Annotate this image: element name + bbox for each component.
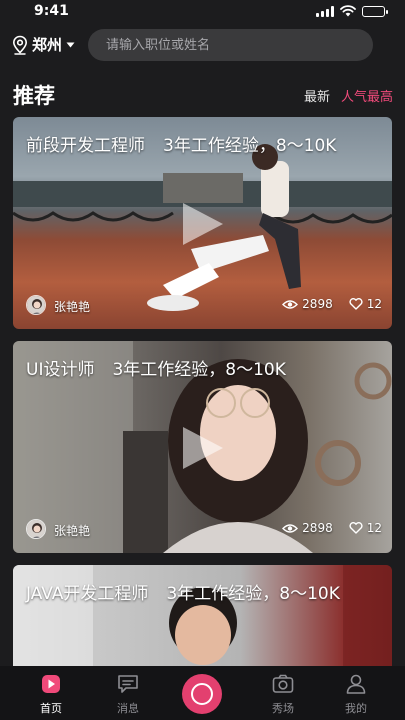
heart-icon[interactable] xyxy=(349,298,363,310)
card-footer: 张艳艳 2898 12 xyxy=(26,293,382,317)
job-experience: 3年工作经验，8～10K xyxy=(112,360,286,380)
eye-icon xyxy=(282,299,299,309)
job-title: JAVA开发工程师 xyxy=(26,584,149,604)
tab-mine[interactable]: 我的 xyxy=(326,674,386,716)
like-count: 12 xyxy=(366,297,382,311)
camera-icon xyxy=(272,674,294,693)
job-experience: 3年工作经验，8～10K xyxy=(163,136,337,156)
sort-popular-tab[interactable]: 人气最高 xyxy=(341,86,393,105)
card-title: 前段开发工程师 3年工作经验，8～10K xyxy=(26,131,336,156)
avatar[interactable] xyxy=(26,519,46,539)
top-bar: 郑州 xyxy=(0,28,405,64)
heart-icon[interactable] xyxy=(349,522,363,534)
job-experience: 3年工作经验，8～10K xyxy=(166,584,340,604)
status-time: 9:41 xyxy=(34,3,69,19)
location-pin-icon xyxy=(12,35,28,55)
tab-mine-label: 我的 xyxy=(345,702,367,715)
search-input[interactable] xyxy=(88,29,373,61)
tab-show-label: 秀场 xyxy=(272,702,294,715)
section-title: 推荐 xyxy=(13,84,55,108)
message-icon xyxy=(118,675,138,693)
card-footer: 张艳艳 2898 12 xyxy=(26,517,382,541)
eye-icon xyxy=(282,523,299,533)
tab-home-label: 首页 xyxy=(40,702,62,715)
author-name[interactable]: 张艳艳 xyxy=(54,298,90,315)
battery-icon xyxy=(362,5,388,17)
play-icon[interactable] xyxy=(179,201,225,247)
status-bar: 9:41 xyxy=(0,0,405,24)
city-name: 郑州 xyxy=(32,36,63,54)
tab-home[interactable]: 首页 xyxy=(21,674,81,716)
card-stats: 2898 12 xyxy=(282,521,382,535)
wifi-icon xyxy=(340,5,356,17)
author-name[interactable]: 张艳艳 xyxy=(54,522,90,539)
record-button[interactable] xyxy=(182,674,222,714)
city-selector[interactable]: 郑州 xyxy=(12,34,75,55)
card-title: JAVA开发工程师 3年工作经验，8～10K xyxy=(26,579,340,604)
tab-messages[interactable]: 消息 xyxy=(98,674,158,716)
video-card[interactable]: 前段开发工程师 3年工作经验，8～10K 张艳艳 2898 12 xyxy=(13,117,392,329)
view-count: 2898 xyxy=(302,297,333,311)
bottom-tab-bar: 首页 消息 秀场 我的 xyxy=(0,666,405,720)
tab-messages-label: 消息 xyxy=(117,702,139,715)
video-card[interactable]: JAVA开发工程师 3年工作经验，8～10K xyxy=(13,565,392,666)
job-title: 前段开发工程师 xyxy=(26,136,145,156)
avatar[interactable] xyxy=(26,295,46,315)
card-stats: 2898 12 xyxy=(282,297,382,311)
user-icon xyxy=(346,674,366,694)
cellular-signal-icon xyxy=(316,5,334,17)
job-title: UI设计师 xyxy=(26,360,95,380)
video-card[interactable]: UI设计师 3年工作经验，8～10K 张艳艳 2898 12 xyxy=(13,341,392,553)
view-count: 2898 xyxy=(302,521,333,535)
caret-down-icon xyxy=(66,42,75,47)
card-title: UI设计师 3年工作经验，8～10K xyxy=(26,355,286,380)
play-icon[interactable] xyxy=(179,425,225,471)
status-icons xyxy=(316,5,388,17)
home-play-icon xyxy=(42,675,60,693)
tab-show[interactable]: 秀场 xyxy=(253,674,313,716)
sort-latest-tab[interactable]: 最新 xyxy=(304,86,330,105)
like-count: 12 xyxy=(366,521,382,535)
